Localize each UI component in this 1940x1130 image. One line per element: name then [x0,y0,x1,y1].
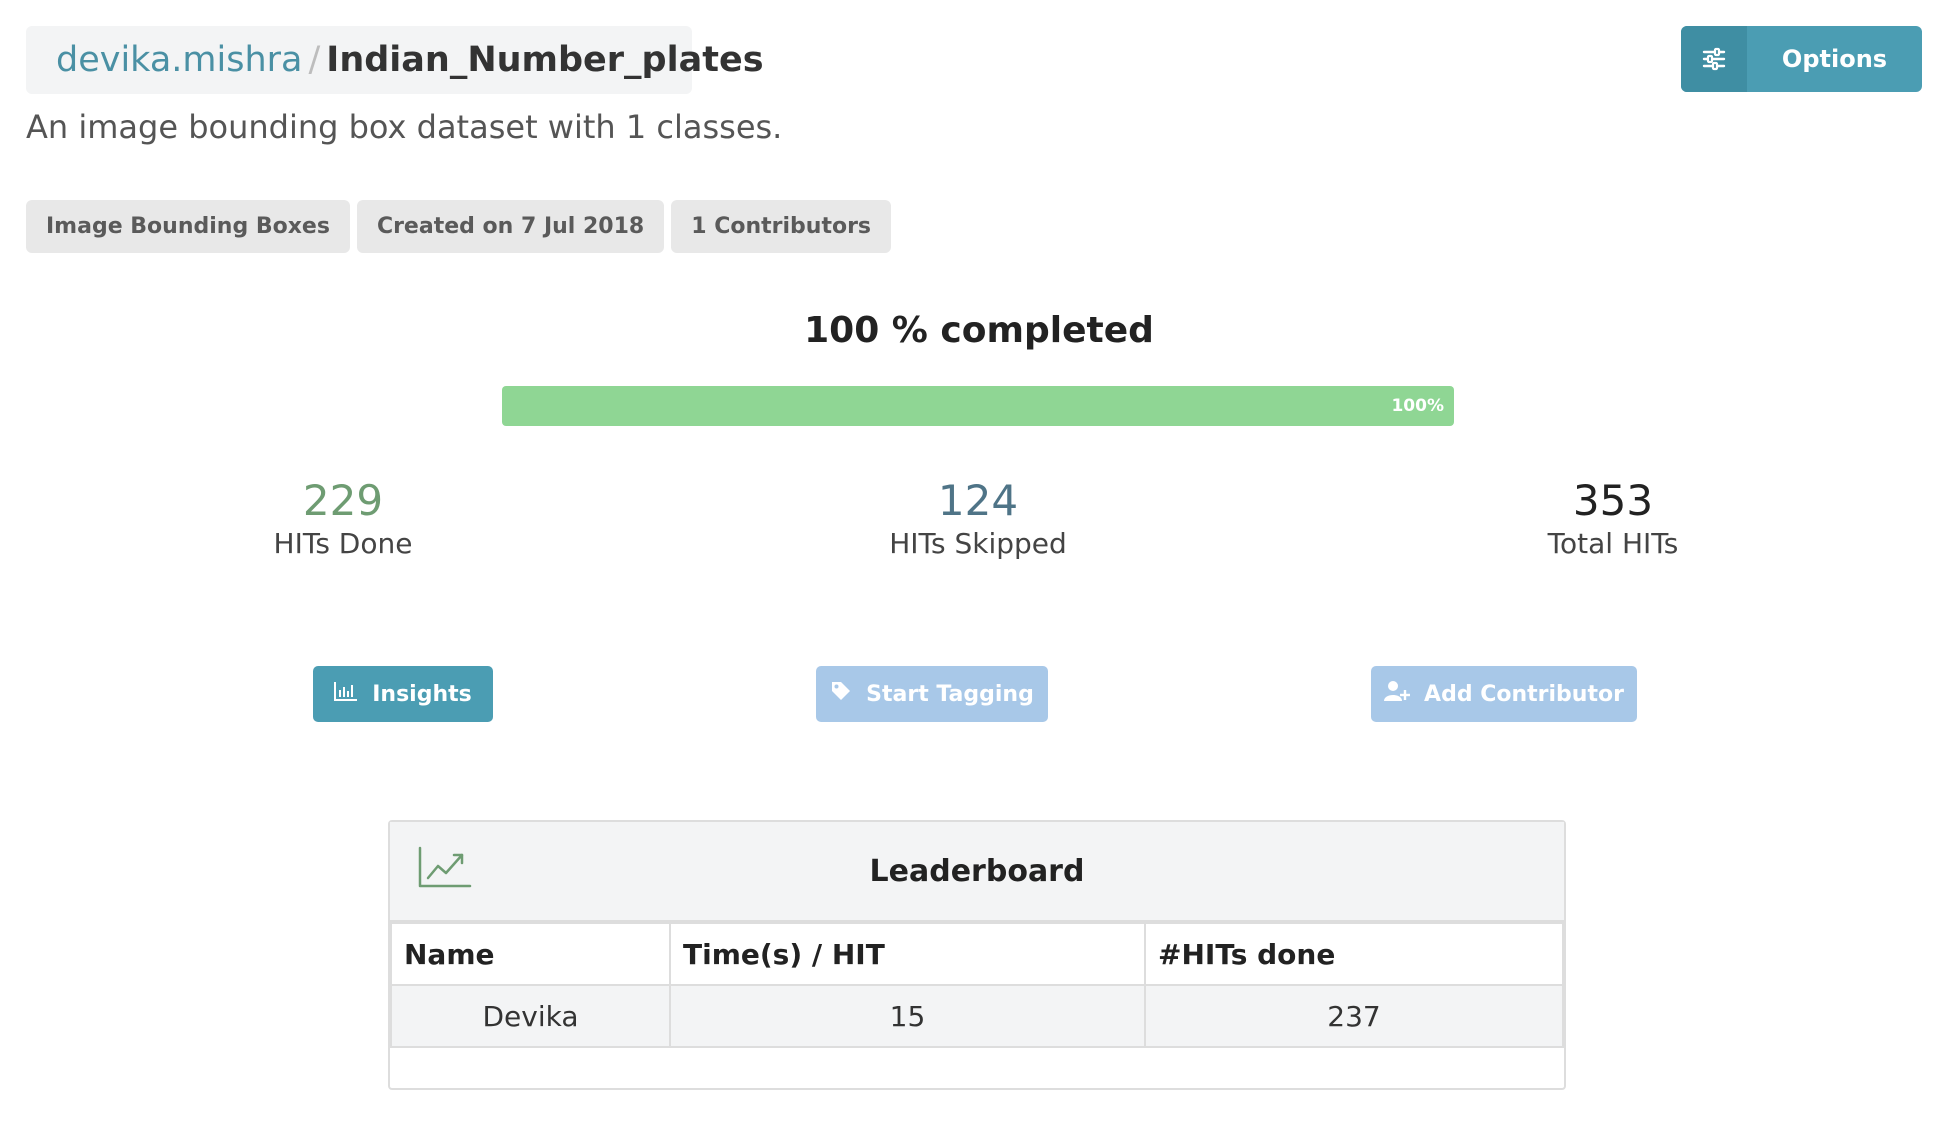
dataset-description: An image bounding box dataset with 1 cla… [26,108,783,146]
column-header-hits-done[interactable]: #HITs done [1144,922,1564,986]
stat-total-hits: 353 Total HITs [1433,476,1793,562]
options-button[interactable]: Options [1681,26,1922,92]
breadcrumb: devika.mishra / Indian_Number_plates [26,26,764,94]
sliders-icon [1681,26,1747,92]
leaderboard-title: Leaderboard [869,854,1085,889]
progress-bar: 100% [502,386,1454,426]
tag-list: Image Bounding Boxes Created on 7 Jul 20… [26,200,892,253]
start-tagging-label: Start Tagging [866,681,1034,707]
stat-hits-skipped: 124 HITs Skipped [798,476,1158,562]
insights-label: Insights [372,681,472,707]
owner-link[interactable]: devika.mishra [56,40,303,80]
total-hits-label: Total HITs [1547,527,1679,560]
cell-hits-done: 237 [1144,984,1564,1048]
add-contributor-button[interactable]: Add Contributor [1371,666,1637,722]
table-row: Devika 15 237 [390,984,1564,1048]
leaderboard-panel: Leaderboard Name Time(s) / HIT #HITs don… [388,820,1566,1090]
tag-type: Image Bounding Boxes [26,200,350,253]
column-header-time-per-hit[interactable]: Time(s) / HIT [669,922,1146,986]
tag-contributors: 1 Contributors [671,200,892,253]
bar-chart-icon [334,681,358,707]
progress-title: 100 % completed [804,310,1154,351]
start-tagging-button[interactable]: Start Tagging [816,666,1048,722]
cell-name: Devika [390,984,671,1048]
breadcrumb-separator: / [308,40,321,80]
leaderboard-table: Name Time(s) / HIT #HITs done Devika 15 … [390,922,1564,1048]
column-header-name[interactable]: Name [390,922,671,986]
total-hits-count: 353 [1572,476,1654,525]
hits-skipped-count: 124 [937,476,1019,525]
hits-skipped-label: HITs Skipped [889,527,1067,560]
add-user-icon [1384,680,1411,708]
stat-hits-done: 229 HITs Done [163,476,523,562]
hits-done-count: 229 [302,476,384,525]
dataset-title[interactable]: Indian_Number_plates [326,40,763,80]
cell-time-per-hit: 15 [669,984,1146,1048]
progress-bar-fill: 100% [502,386,1454,426]
progress-bar-label: 100% [1391,396,1444,416]
add-contributor-label: Add Contributor [1424,681,1624,707]
leaderboard-header: Leaderboard [390,822,1564,922]
table-header-row: Name Time(s) / HIT #HITs done [390,922,1564,986]
insights-button[interactable]: Insights [313,666,493,722]
tag-icon [830,680,852,708]
tag-created-date: Created on 7 Jul 2018 [356,200,665,253]
options-label: Options [1781,45,1888,73]
hits-done-label: HITs Done [273,527,413,560]
